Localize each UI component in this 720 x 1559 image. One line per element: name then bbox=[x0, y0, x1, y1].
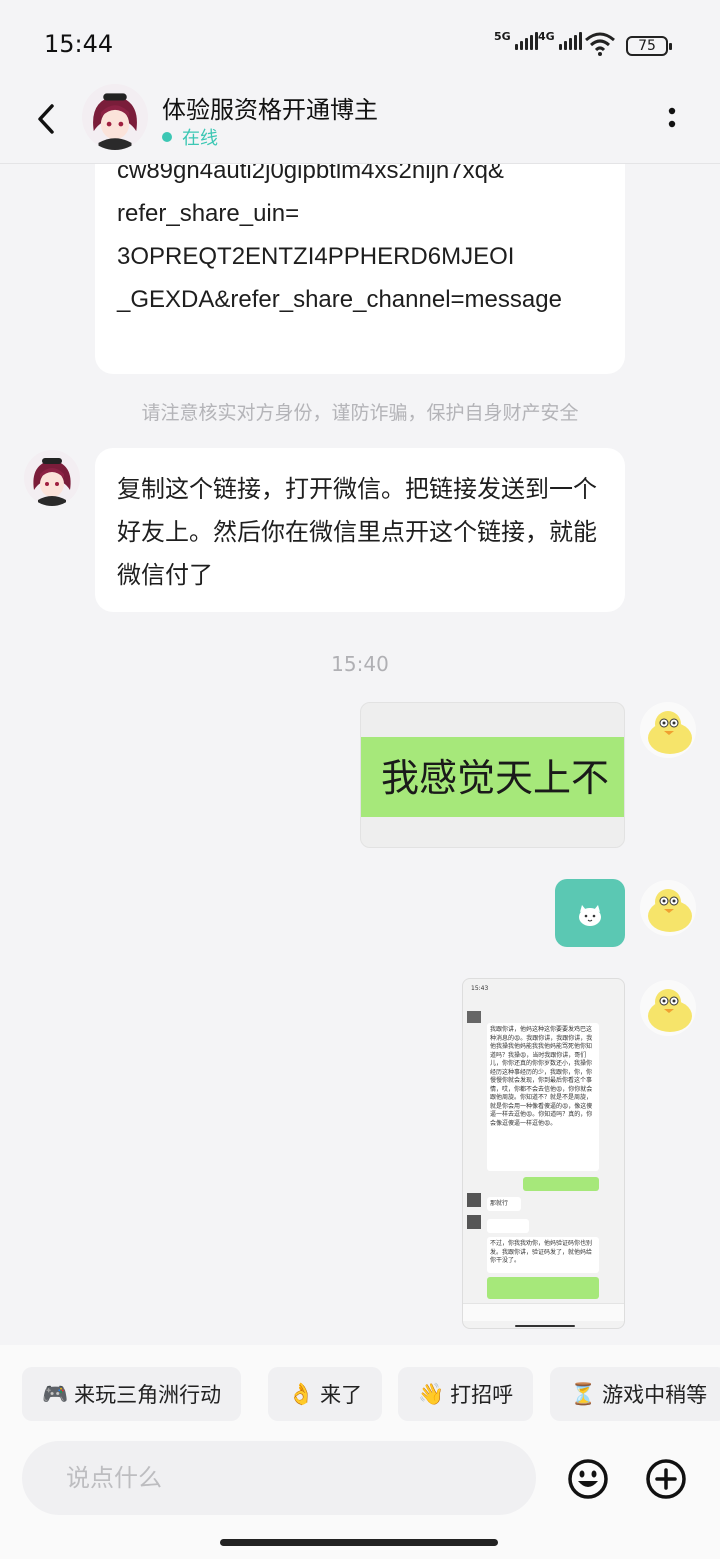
sent-image-message[interactable]: 我感觉天上不 bbox=[360, 702, 625, 848]
home-indicator[interactable] bbox=[220, 1539, 498, 1546]
header-avatar[interactable] bbox=[82, 84, 148, 150]
message-input-container[interactable] bbox=[22, 1441, 536, 1515]
screenshot-home-indicator bbox=[515, 1325, 575, 1327]
composer-area: 🎮 来玩三角洲行动 👌 来了 👋 打招呼 ⏳ 游戏中稍等 bbox=[0, 1345, 720, 1559]
status-time: 15:44 bbox=[44, 30, 114, 58]
screenshot-avatar bbox=[467, 1011, 481, 1023]
screenshot-time: 15:43 bbox=[471, 985, 489, 992]
contact-avatar[interactable] bbox=[24, 450, 80, 506]
waving-hand-icon: 👋 bbox=[418, 1381, 445, 1406]
message-timestamp: 15:40 bbox=[331, 652, 389, 676]
security-warning: 请注意核实对方身份，谨防诈骗，保护自身财产安全 bbox=[141, 402, 579, 424]
emoji-icon[interactable] bbox=[566, 1457, 610, 1501]
chat-title: 体验服资格开通博主 bbox=[162, 96, 378, 124]
my-avatar[interactable] bbox=[640, 880, 696, 936]
my-avatar[interactable] bbox=[640, 702, 696, 758]
quick-reply-chip[interactable]: 👋 打招呼 bbox=[398, 1367, 534, 1421]
screenshot-avatar bbox=[467, 1193, 481, 1207]
wifi-icon bbox=[585, 32, 615, 56]
quick-reply-chip[interactable]: 🎮 来玩三角洲行动 bbox=[22, 1367, 242, 1421]
presence-label: 在线 bbox=[182, 128, 218, 149]
my-avatar[interactable] bbox=[640, 980, 696, 1036]
screenshot-long-message: 我跟你讲，他妈这种这你要要发鸡巴这种消息的😡。我跟你讲，我跟你讲，我他我操我他妈… bbox=[487, 1023, 599, 1171]
screenshot-reply-message: 不过，你我我劝你，他妈验证码你也别发。我跟你讲，验证码发了，就他妈给你干没了。 bbox=[487, 1237, 599, 1273]
presence-status: 在线 bbox=[162, 124, 218, 150]
screenshot-green-bubble bbox=[523, 1177, 599, 1191]
status-bar: 15:44 5G 4G 75 bbox=[0, 0, 720, 88]
ok-hand-icon: 👌 bbox=[288, 1381, 315, 1406]
screenshot-voice-message bbox=[487, 1219, 529, 1233]
quick-reply-chip[interactable]: 👌 来了 bbox=[268, 1367, 383, 1421]
chat-header: 体验服资格开通博主 在线 bbox=[0, 84, 720, 164]
signal-4g-icon: 4G bbox=[538, 30, 582, 50]
signal-5g-icon: 5G bbox=[494, 30, 538, 50]
sent-screenshot-message[interactable]: 15:43 我跟你讲，他妈这种这你要要发鸡巴这种消息的😡。我跟你讲，我跟你讲，我… bbox=[462, 978, 625, 1329]
quick-reply-chip[interactable]: ⏳ 游戏中稍等 bbox=[550, 1367, 720, 1421]
hourglass-icon: ⏳ bbox=[570, 1381, 597, 1406]
screenshot-green-bubble bbox=[487, 1277, 599, 1299]
cat-sticker-icon bbox=[579, 905, 601, 926]
message-input[interactable] bbox=[66, 1459, 506, 1497]
screenshot-avatar bbox=[467, 1215, 481, 1229]
screenshot-input-bar bbox=[463, 1303, 624, 1321]
image-caption-text: 我感觉天上不 bbox=[381, 756, 610, 800]
screenshot-short-message: 那就行 bbox=[487, 1197, 521, 1211]
gamepad-icon: 🎮 bbox=[42, 1381, 69, 1406]
instruction-message-bubble[interactable]: 复制这个链接，打开微信。把链接发送到一个好友上。然后你在微信里点开这个链接，就能… bbox=[95, 448, 625, 612]
more-options-icon[interactable] bbox=[664, 104, 680, 132]
battery-indicator: 75 bbox=[626, 36, 672, 56]
sticker-message[interactable] bbox=[555, 879, 625, 947]
back-icon[interactable] bbox=[30, 102, 64, 136]
add-attachment-icon[interactable] bbox=[644, 1457, 688, 1501]
online-dot-icon bbox=[162, 132, 172, 142]
